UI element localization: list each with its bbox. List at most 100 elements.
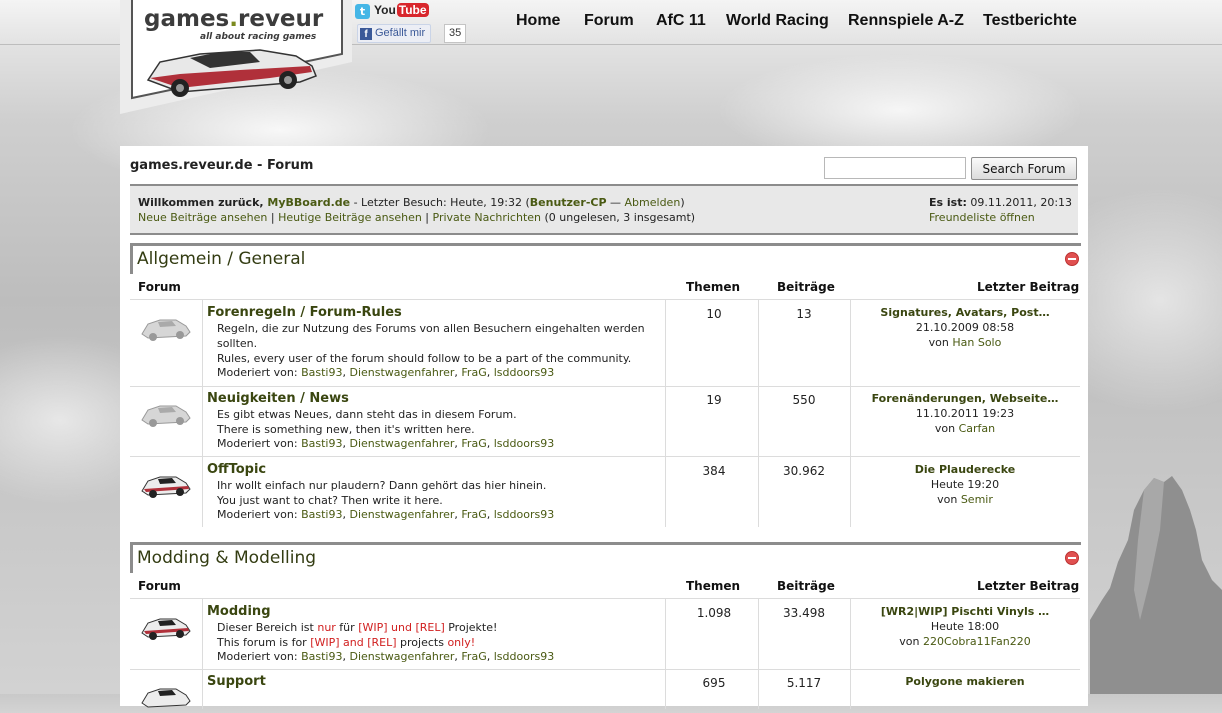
nav-home[interactable]: Home bbox=[516, 12, 560, 30]
forum-description: Regeln, die zur Nutzung des Forums von a… bbox=[217, 322, 645, 365]
moderator-link[interactable]: Basti93 bbox=[301, 437, 342, 450]
forum-moderators: Moderiert von: Basti93, Dienstwagenfahre… bbox=[217, 508, 555, 521]
last-post-link[interactable]: Signatures, Avatars, Post… bbox=[880, 306, 1049, 319]
col-forum: Forum bbox=[138, 579, 181, 593]
today-posts-link[interactable]: Heutige Beiträge ansehen bbox=[278, 211, 422, 224]
thread-count: 695 bbox=[702, 676, 726, 690]
private-messages-link[interactable]: Private Nachrichten bbox=[433, 211, 542, 224]
forum-row: OffTopic Ihr wollt einfach nur plaudern?… bbox=[130, 457, 1080, 527]
moderator-link[interactable]: lsddoors93 bbox=[494, 437, 554, 450]
forum-description: Dieser Bereich ist nur für [WIP] und [RE… bbox=[217, 621, 498, 649]
welcome-panel: Willkommen zurück, MyBBoard.de - Letzter… bbox=[130, 184, 1078, 235]
post-count: 5.117 bbox=[786, 676, 822, 690]
col-threads: Themen bbox=[686, 579, 741, 593]
post-count: 33.498 bbox=[783, 606, 825, 620]
forum-status-icon bbox=[141, 319, 191, 341]
category-title[interactable]: Allgemein / General bbox=[137, 249, 305, 269]
forum-moderators: Moderiert von: Basti93, Dienstwagenfahre… bbox=[217, 650, 555, 663]
last-post-link[interactable]: Die Plauderecke bbox=[915, 463, 1016, 476]
logout-link[interactable]: Abmelden bbox=[625, 196, 681, 209]
moderator-link[interactable]: FraG bbox=[461, 650, 486, 663]
current-date: Es ist: 09.11.2011, 20:13 bbox=[929, 196, 1073, 209]
moderator-link[interactable]: Basti93 bbox=[301, 366, 342, 379]
moderator-link[interactable]: Dienstwagenfahrer bbox=[349, 650, 454, 663]
col-posts: Beiträge bbox=[777, 280, 835, 294]
nav-rennspiele[interactable]: Rennspiele A-Z bbox=[848, 12, 964, 30]
youtube-icon[interactable]: You Tube bbox=[374, 3, 429, 17]
forum-row: Support 695 5.117 Polygone makieren bbox=[130, 669, 1080, 709]
moderator-link[interactable]: FraG bbox=[461, 437, 486, 450]
post-count: 30.962 bbox=[783, 464, 825, 478]
search-input[interactable] bbox=[824, 157, 966, 179]
forum-link[interactable]: Modding bbox=[207, 604, 271, 619]
last-post: Signatures, Avatars, Post… 21.10.2009 08… bbox=[880, 306, 1050, 349]
buddylist-link[interactable]: Freundeliste öffnen bbox=[929, 211, 1035, 224]
last-poster-link[interactable]: Han Solo bbox=[952, 336, 1001, 349]
moderator-link[interactable]: FraG bbox=[461, 366, 486, 379]
nav-testberichte[interactable]: Testberichte bbox=[983, 12, 1077, 30]
thread-count: 19 bbox=[706, 393, 722, 407]
moderator-link[interactable]: Dienstwagenfahrer bbox=[349, 366, 454, 379]
forum-row: Forenregeln / Forum-Rules Regeln, die zu… bbox=[130, 299, 1080, 387]
moderator-link[interactable]: Dienstwagenfahrer bbox=[349, 508, 454, 521]
forum-link[interactable]: Neuigkeiten / News bbox=[207, 391, 349, 406]
post-count: 13 bbox=[796, 307, 812, 321]
col-last-post: Letzter Beitrag bbox=[977, 579, 1080, 593]
col-last-post: Letzter Beitrag bbox=[977, 280, 1080, 294]
forum-row: Modding Dieser Bereich ist nur für [WIP]… bbox=[130, 598, 1080, 670]
last-post-link[interactable]: Forenänderungen, Webseite… bbox=[872, 392, 1059, 405]
welcome-line: Willkommen zurück, MyBBoard.de - Letzter… bbox=[138, 196, 685, 209]
moderator-link[interactable]: FraG bbox=[461, 508, 486, 521]
forum-moderators: Moderiert von: Basti93, Dienstwagenfahre… bbox=[217, 366, 555, 379]
quick-links: Neue Beiträge ansehen | Heutige Beiträge… bbox=[138, 211, 696, 224]
search-button[interactable]: Search Forum bbox=[971, 157, 1077, 180]
moderator-link[interactable]: lsddoors93 bbox=[494, 508, 554, 521]
category-header-modding: Modding & Modelling bbox=[130, 542, 1081, 573]
site-logo[interactable]: games.reveur all about racing games bbox=[120, 0, 352, 114]
last-poster-link[interactable]: Carfan bbox=[959, 422, 996, 435]
username-link[interactable]: MyBBoard.de bbox=[267, 196, 350, 209]
new-posts-link[interactable]: Neue Beiträge ansehen bbox=[138, 211, 267, 224]
col-forum: Forum bbox=[138, 280, 181, 294]
forum-description: Es gibt etwas Neues, dann steht das in d… bbox=[217, 408, 517, 436]
thread-count: 1.098 bbox=[696, 606, 732, 620]
last-post-link[interactable]: Polygone makieren bbox=[905, 675, 1024, 688]
thread-count: 10 bbox=[706, 307, 722, 321]
forum-link[interactable]: Support bbox=[207, 674, 266, 689]
col-posts: Beiträge bbox=[777, 579, 835, 593]
twitter-icon[interactable]: t bbox=[355, 4, 370, 19]
last-post: [WR2|WIP] Pischti Vinyls … Heute 18:00 v… bbox=[880, 605, 1050, 648]
forum-row: Neuigkeiten / News Es gibt etwas Neues, … bbox=[130, 386, 1080, 457]
nav-afc11[interactable]: AfC 11 bbox=[656, 12, 706, 30]
forum-status-icon bbox=[141, 476, 191, 498]
moderator-link[interactable]: lsddoors93 bbox=[494, 650, 554, 663]
nav-forum[interactable]: Forum bbox=[584, 12, 634, 30]
facebook-icon: f bbox=[360, 28, 372, 40]
moderator-link[interactable]: Dienstwagenfahrer bbox=[349, 437, 454, 450]
forum-status-icon bbox=[141, 688, 191, 708]
thread-count: 384 bbox=[702, 464, 726, 478]
facebook-like-button[interactable]: f Gefällt mir bbox=[357, 24, 432, 43]
last-poster-link[interactable]: Semir bbox=[961, 493, 993, 506]
category-header-allgemein: Allgemein / General bbox=[130, 243, 1081, 274]
forum-link[interactable]: OffTopic bbox=[207, 462, 266, 477]
logo-wordmark: games.reveur bbox=[144, 6, 324, 32]
page-title: games.reveur.de - Forum bbox=[130, 158, 314, 173]
forum-link[interactable]: Forenregeln / Forum-Rules bbox=[207, 305, 402, 320]
col-threads: Themen bbox=[686, 280, 741, 294]
logo-tagline: all about racing games bbox=[200, 32, 317, 42]
facebook-like-count: 35 bbox=[444, 24, 467, 43]
user-cp-link[interactable]: Benutzer-CP bbox=[530, 196, 607, 209]
forum-content: games.reveur.de - Forum Search Forum Wil… bbox=[120, 146, 1088, 709]
nav-world-racing[interactable]: World Racing bbox=[726, 12, 829, 30]
last-post-link[interactable]: [WR2|WIP] Pischti Vinyls … bbox=[881, 605, 1049, 618]
moderator-link[interactable]: Basti93 bbox=[301, 650, 342, 663]
post-count: 550 bbox=[792, 393, 816, 407]
last-poster-link[interactable]: 220Cobra11Fan220 bbox=[923, 635, 1031, 648]
moderator-link[interactable]: lsddoors93 bbox=[494, 366, 554, 379]
category-title[interactable]: Modding & Modelling bbox=[137, 548, 316, 568]
collapse-icon[interactable] bbox=[1065, 252, 1079, 266]
moderator-link[interactable]: Basti93 bbox=[301, 508, 342, 521]
forum-status-icon bbox=[141, 405, 191, 427]
collapse-icon[interactable] bbox=[1065, 551, 1079, 565]
